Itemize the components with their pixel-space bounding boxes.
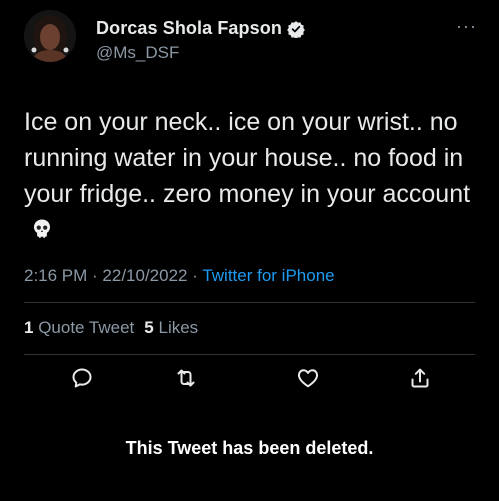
tweet-date[interactable]: 22/10/2022: [102, 266, 187, 285]
tweet-meta: 2:16 PM · 22/10/2022 · Twitter for iPhon…: [24, 266, 335, 286]
avatar[interactable]: [24, 10, 76, 62]
quote-label[interactable]: Quote Tweet: [38, 318, 134, 337]
heart-icon[interactable]: [296, 366, 320, 390]
tweet-deleted-notice: This Tweet has been deleted.: [125, 438, 374, 458]
tweet-source-link[interactable]: Twitter for iPhone: [202, 266, 334, 285]
share-icon[interactable]: [408, 366, 432, 390]
tweet-time[interactable]: 2:16 PM: [24, 266, 87, 285]
more-options-icon[interactable]: ···: [456, 16, 477, 37]
tweet-stats: 1 Quote Tweet 5 Likes: [24, 318, 198, 338]
like-label[interactable]: Likes: [159, 318, 199, 337]
tweet-text: Ice on your neck.. ice on your wrist.. n…: [24, 104, 484, 251]
author-display-name[interactable]: Dorcas Shola Fapson: [96, 18, 282, 39]
author-name-row: Dorcas Shola Fapson: [96, 18, 305, 39]
author-handle[interactable]: @Ms_DSF: [96, 43, 179, 63]
meta-separator-2: ·: [187, 266, 203, 285]
reply-icon[interactable]: [70, 366, 94, 390]
action-bar: [0, 362, 499, 392]
tweet-body: Ice on your neck.. ice on your wrist.. n…: [24, 108, 471, 208]
like-count[interactable]: 5: [144, 318, 153, 337]
quote-count[interactable]: 1: [24, 318, 33, 337]
tweet-card: Dorcas Shola Fapson @Ms_DSF ··· Ice on y…: [0, 0, 499, 501]
divider: [24, 354, 475, 355]
skull-emoji-icon: [30, 215, 54, 251]
verified-badge-icon: [287, 20, 305, 39]
meta-separator: ·: [87, 266, 103, 285]
divider: [24, 302, 475, 303]
retweet-icon[interactable]: [174, 366, 198, 390]
